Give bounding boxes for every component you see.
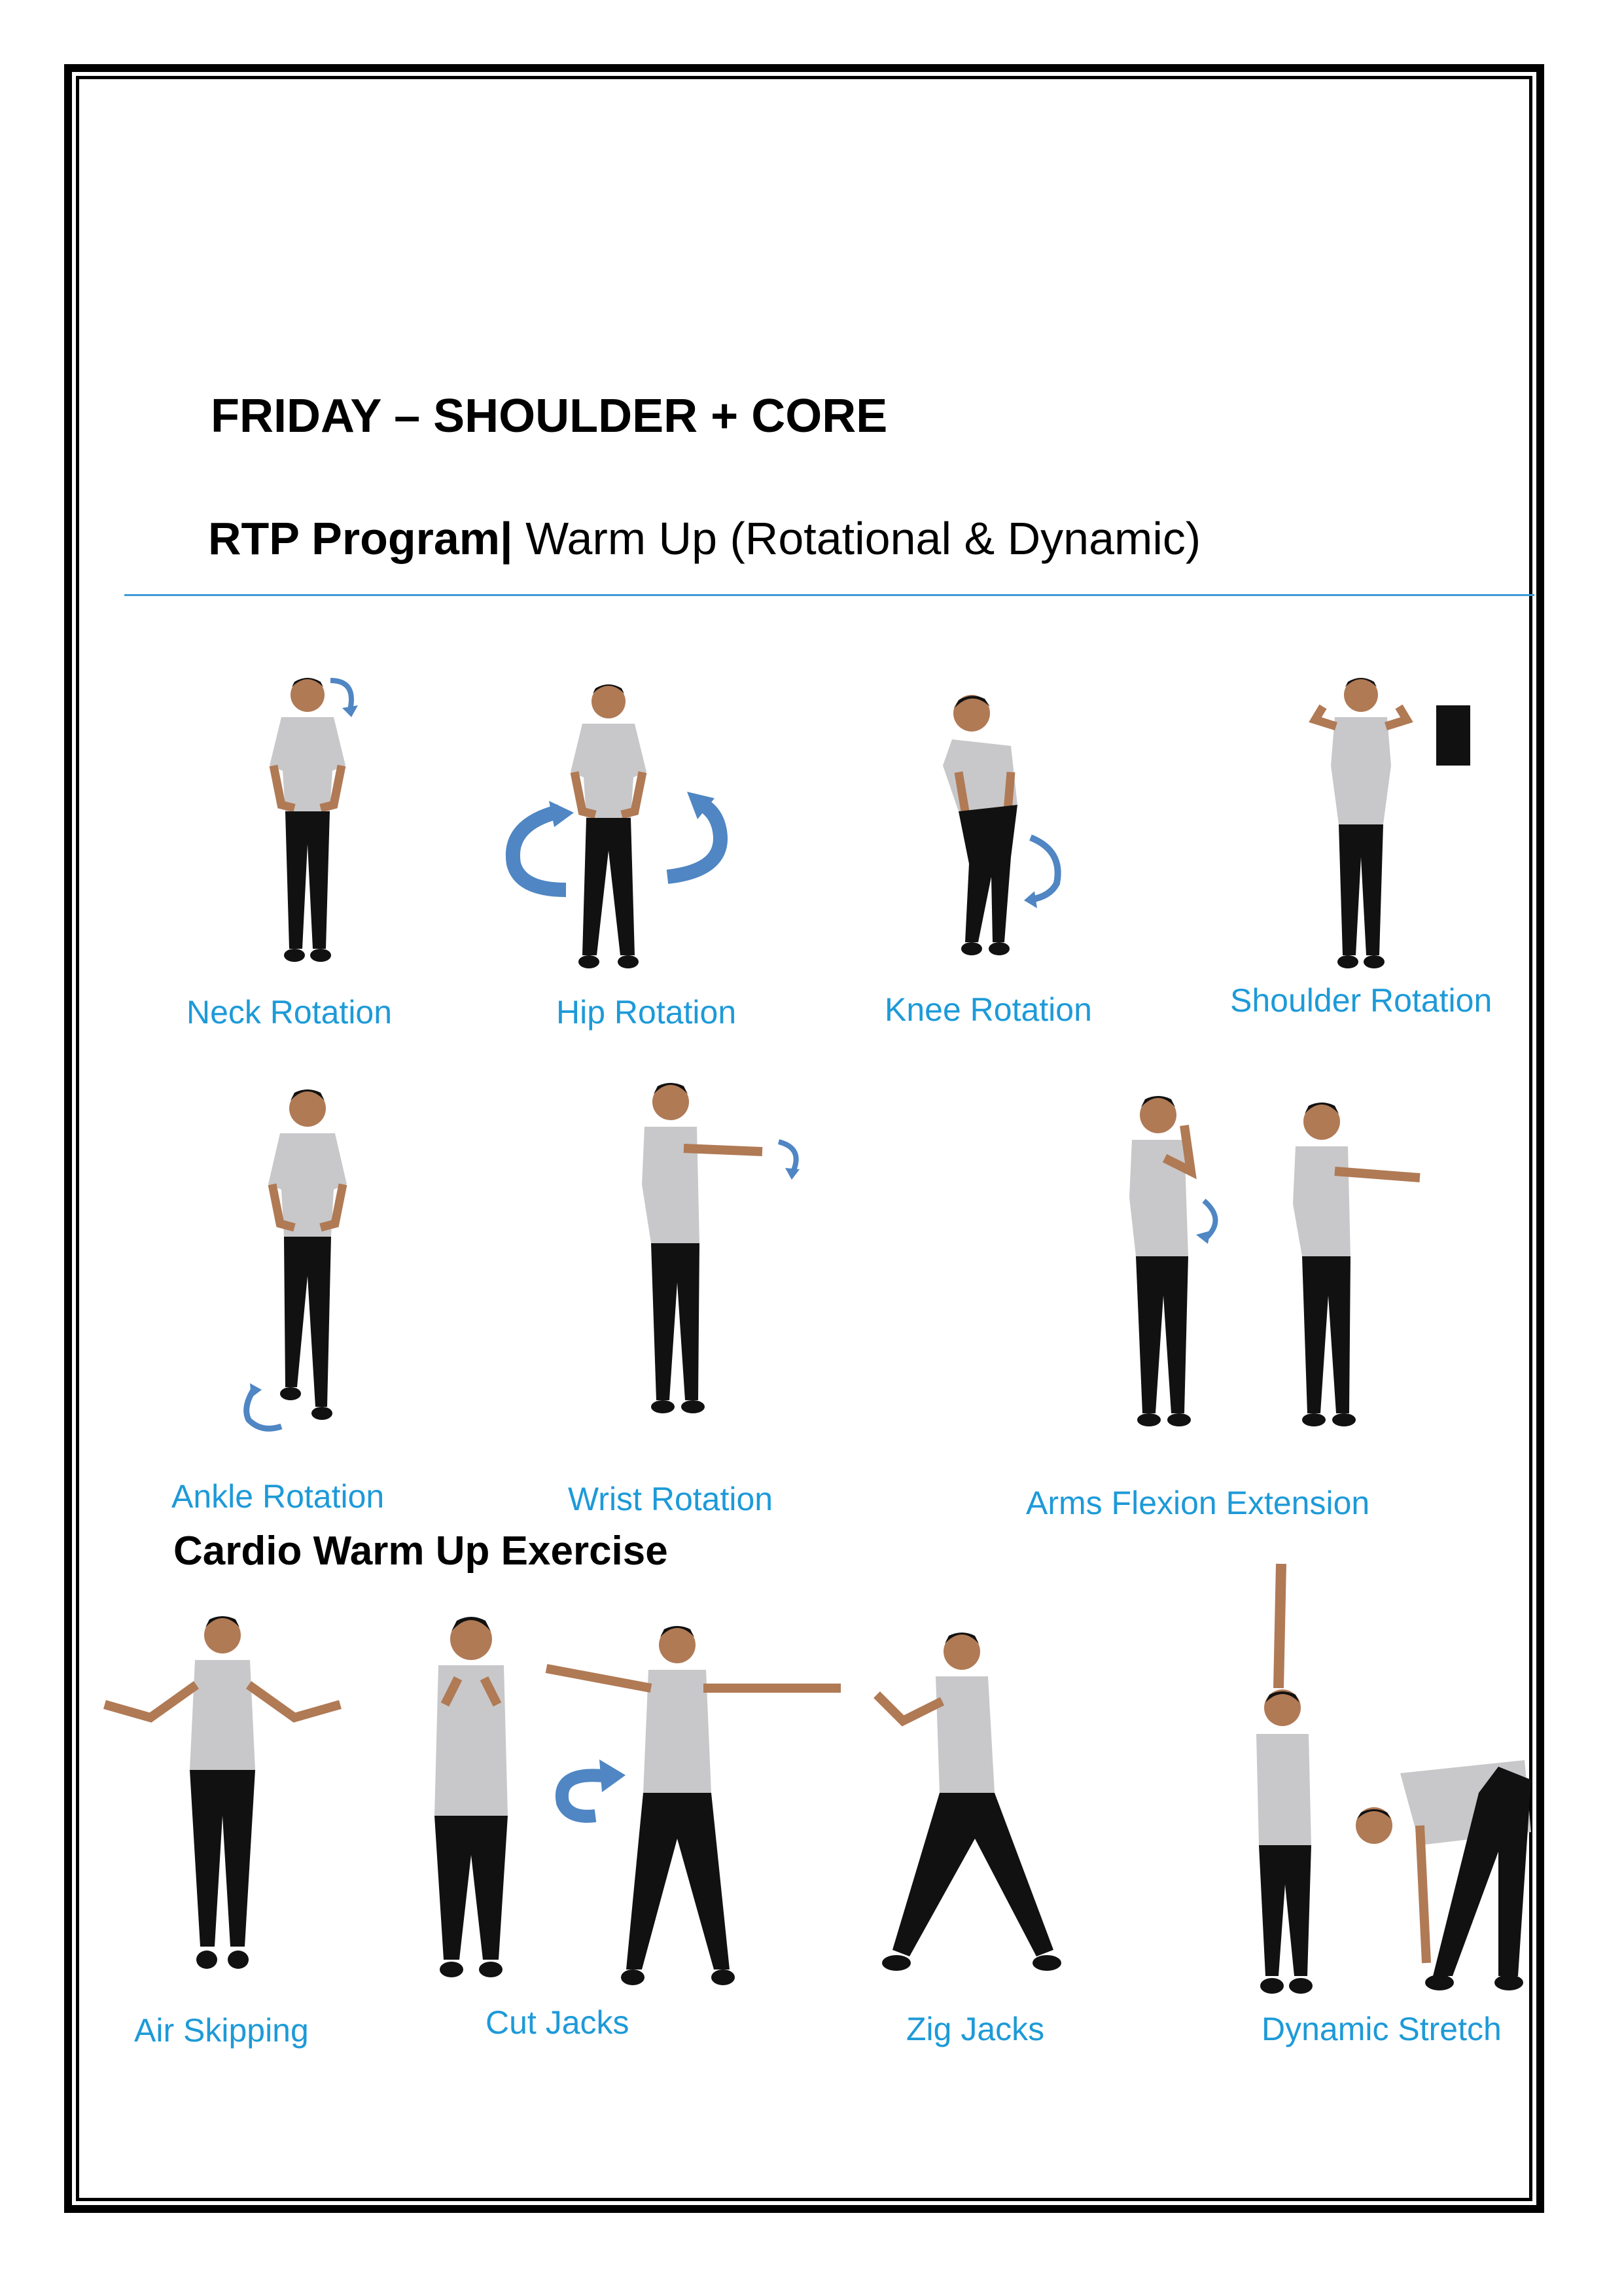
knee-rotation-arrow-icon: [1024, 834, 1061, 908]
figure-arms-flexion: [1129, 1096, 1197, 1426]
cut-jacks-arrow-icon: [555, 1759, 626, 1823]
page-title: FRIDAY – SHOULDER + CORE: [211, 390, 888, 442]
section-divider: [124, 594, 1534, 596]
figure-shoulder-rotation: [1309, 678, 1413, 968]
figure-neck-rotation: [269, 678, 346, 962]
rotation-arrow-icon: [330, 678, 358, 717]
figure-knee-rotation: [943, 695, 1017, 955]
page-subtitle: RTP Program| Warm Up (Rotational & Dynam…: [208, 512, 1201, 565]
hip-rotation-left-arrow-icon: [505, 801, 574, 897]
label-ankle-rotation: Ankle Rotation: [171, 1478, 385, 1515]
section-heading-cardio: Cardio Warm Up Exercise: [173, 1528, 668, 1574]
figure-dynamic-stretch-up: [1256, 1563, 1313, 1994]
subtitle-description: Warm Up (Rotational & Dynamic): [512, 513, 1201, 564]
wrist-rotation-arrow-icon: [777, 1139, 800, 1180]
label-arms-flexion-extension: Arms Flexion Extension: [1026, 1485, 1370, 1521]
figure-wrist-rotation: [642, 1083, 763, 1413]
label-dynamic-stretch: Dynamic Stretch: [1262, 2011, 1502, 2047]
label-cut-jacks: Cut Jacks: [485, 2004, 629, 2041]
ankle-rotation-arrow-icon: [243, 1383, 283, 1432]
arms-flexion-arrow-icon: [1196, 1198, 1218, 1244]
label-neck-rotation: Neck Rotation: [186, 994, 393, 1031]
label-knee-rotation: Knee Rotation: [885, 991, 1092, 1028]
label-zig-jacks: Zig Jacks: [906, 2011, 1045, 2047]
label-hip-rotation: Hip Rotation: [556, 994, 737, 1031]
figure-zig-jacks: [874, 1633, 1061, 1971]
label-air-skipping: Air Skipping: [134, 2012, 309, 2049]
figure-dynamic-stretch-bend: [1356, 1760, 1531, 1990]
figure-air-skipping: [103, 1616, 342, 1969]
hip-rotation-right-arrow-icon: [666, 792, 728, 884]
figure-cut-jacks-front: [434, 1617, 508, 1977]
label-shoulder-rotation: Shoulder Rotation: [1230, 982, 1492, 1019]
shoulder-rotation-black-box: [1436, 705, 1470, 766]
label-wrist-rotation: Wrist Rotation: [568, 1481, 773, 1517]
figure-arms-extension: [1293, 1103, 1421, 1426]
subtitle-program: RTP Program|: [208, 513, 513, 564]
